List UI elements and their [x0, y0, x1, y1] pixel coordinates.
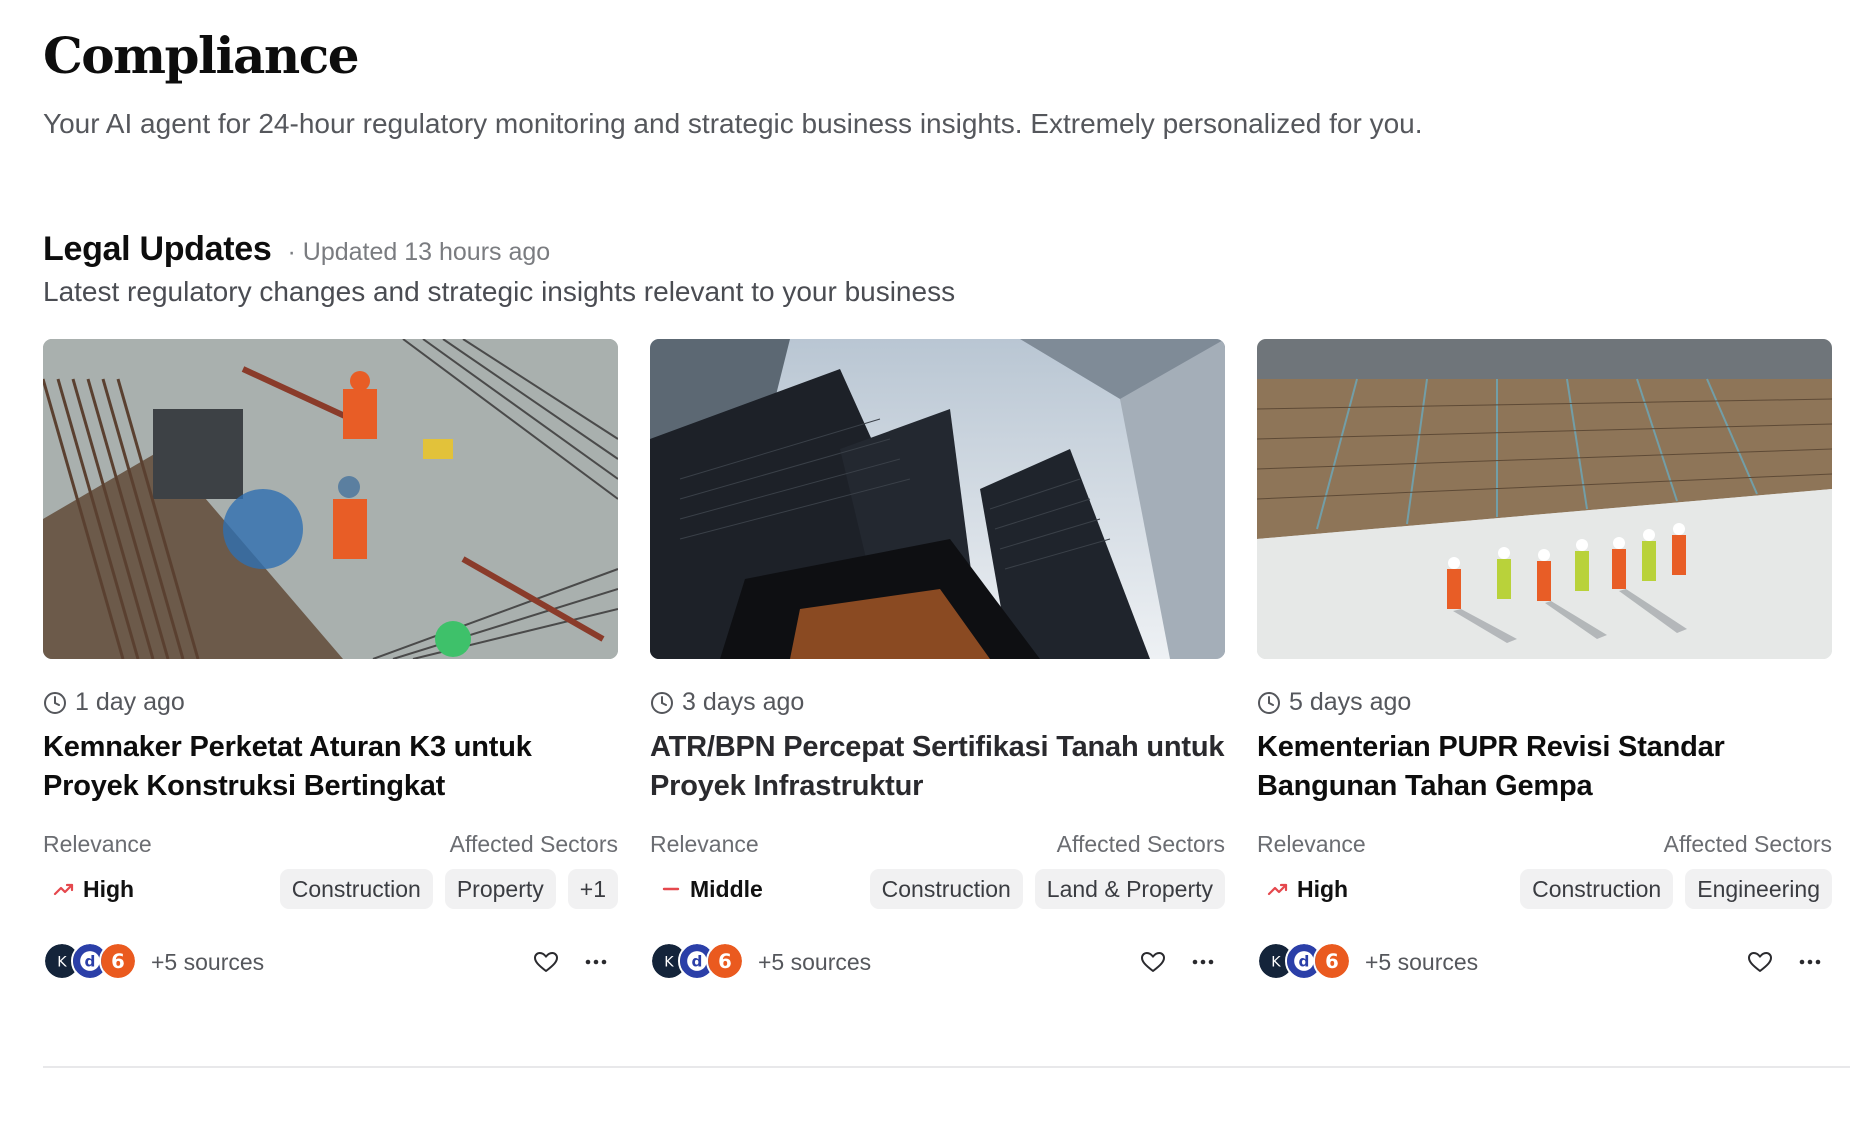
source-logo-liputan6: 6 [99, 942, 137, 980]
card-image[interactable] [1257, 339, 1832, 659]
skyscrapers-looking-up-photo [650, 339, 1225, 659]
card-labels: Relevance Affected Sectors [650, 831, 1225, 858]
source-logo-liputan6: 6 [1313, 942, 1351, 980]
section-header: Legal Updates · Updated 13 hours ago [43, 230, 550, 269]
card-time-text: 1 day ago [75, 688, 185, 716]
card-actions [532, 948, 610, 976]
source-avatars[interactable]: K d 6 [650, 942, 746, 982]
sector-tag[interactable]: Construction [1520, 869, 1674, 909]
more-options-icon[interactable] [1796, 948, 1824, 976]
svg-text:6: 6 [718, 950, 732, 973]
heart-icon[interactable] [1746, 948, 1774, 976]
affected-sectors-label: Affected Sectors [449, 831, 618, 857]
heart-icon[interactable] [1139, 948, 1167, 976]
affected-sectors-label: Affected Sectors [1663, 831, 1832, 857]
svg-text:K: K [1271, 954, 1281, 970]
svg-text:d: d [1299, 952, 1310, 970]
section-title: Legal Updates [43, 230, 272, 268]
sources-count[interactable]: +5 sources [758, 942, 871, 982]
more-options-icon[interactable] [1189, 948, 1217, 976]
svg-text:6: 6 [1325, 950, 1339, 973]
card-footer: K d 6 +5 sources [1257, 942, 1832, 982]
sector-tag[interactable]: Land & Property [1034, 869, 1225, 909]
sector-tag[interactable]: Property [444, 869, 556, 909]
svg-text:K: K [57, 954, 67, 970]
page-subtitle: Your AI agent for 24-hour regulatory mon… [43, 108, 1423, 139]
svg-text:d: d [692, 952, 703, 970]
section-divider [43, 1066, 1850, 1068]
more-options-icon[interactable] [582, 948, 610, 976]
relevance-badge: High [1267, 869, 1348, 909]
compliance-page: Compliance Your AI agent for 24-hour reg… [43, 0, 1850, 1137]
sector-tags: Construction Land & Property [869, 869, 1225, 909]
page-title: Compliance [43, 26, 360, 85]
relevance-value: High [83, 875, 135, 902]
card-image[interactable] [43, 339, 618, 659]
card-time: 1 day ago [43, 688, 185, 717]
sector-tag[interactable]: Engineering [1685, 869, 1832, 909]
relevance-value: High [1297, 875, 1349, 902]
svg-text:6: 6 [111, 950, 125, 973]
trending-up-icon [1267, 878, 1289, 900]
relevance-label: Relevance [1257, 831, 1366, 857]
source-avatars[interactable]: K d 6 [1257, 942, 1353, 982]
card-meta: High Construction Property +1 [43, 869, 618, 909]
clock-icon [1257, 691, 1281, 715]
section-description: Latest regulatory changes and strategic … [43, 276, 956, 307]
source-logo-liputan6: 6 [706, 942, 744, 980]
clock-icon [43, 691, 67, 715]
section-updated: · Updated 13 hours ago [287, 238, 551, 266]
card-title[interactable]: Kementerian PUPR Revisi Standar Bangunan… [1257, 728, 1832, 806]
relevance-value: Middle [690, 875, 763, 902]
sector-tag[interactable]: Construction [869, 869, 1023, 909]
card-time-text: 5 days ago [1289, 688, 1412, 716]
sector-tags: Construction Property +1 [279, 869, 618, 909]
card-meta: High Construction Engineering [1257, 869, 1832, 909]
card-labels: Relevance Affected Sectors [1257, 831, 1832, 858]
card-actions [1139, 948, 1217, 976]
card-actions [1746, 948, 1824, 976]
legal-update-card[interactable]: 3 days ago ATR/BPN Percepat Sertifikasi … [650, 339, 1225, 982]
svg-text:K: K [664, 954, 674, 970]
card-meta: Middle Construction Land & Property [650, 869, 1225, 909]
construction-site-inspectors-photo [1257, 339, 1832, 659]
sector-tag[interactable]: Construction [279, 869, 433, 909]
svg-text:d: d [85, 952, 96, 970]
relevance-badge: High [53, 869, 134, 909]
card-time-text: 3 days ago [682, 688, 805, 716]
card-title[interactable]: Kemnaker Perketat Aturan K3 untuk Proyek… [43, 728, 618, 806]
legal-update-card[interactable]: 5 days ago Kementerian PUPR Revisi Stand… [1257, 339, 1832, 982]
card-title[interactable]: ATR/BPN Percepat Sertifikasi Tanah untuk… [650, 728, 1225, 806]
relevance-label: Relevance [650, 831, 759, 857]
card-footer: K d 6 +5 sources [650, 942, 1225, 982]
trending-up-icon [53, 878, 75, 900]
more-sectors-tag[interactable]: +1 [567, 869, 618, 909]
relevance-label: Relevance [43, 831, 152, 857]
card-time: 5 days ago [1257, 688, 1411, 717]
sources-count[interactable]: +5 sources [151, 942, 264, 982]
card-time: 3 days ago [650, 688, 804, 717]
sources-count[interactable]: +5 sources [1365, 942, 1478, 982]
legal-updates-list: 1 day ago Kemnaker Perketat Aturan K3 un… [43, 339, 1850, 999]
heart-icon[interactable] [532, 948, 560, 976]
affected-sectors-label: Affected Sectors [1056, 831, 1225, 857]
card-image[interactable] [650, 339, 1225, 659]
source-avatars[interactable]: K d 6 [43, 942, 139, 982]
sector-tags: Construction Engineering [1520, 869, 1832, 909]
clock-icon [650, 691, 674, 715]
dash-icon [660, 878, 682, 900]
construction-workers-rebar-photo [43, 339, 618, 659]
card-footer: K d 6 +5 sources [43, 942, 618, 982]
relevance-badge: Middle [660, 869, 763, 909]
legal-update-card[interactable]: 1 day ago Kemnaker Perketat Aturan K3 un… [43, 339, 618, 982]
card-labels: Relevance Affected Sectors [43, 831, 618, 858]
